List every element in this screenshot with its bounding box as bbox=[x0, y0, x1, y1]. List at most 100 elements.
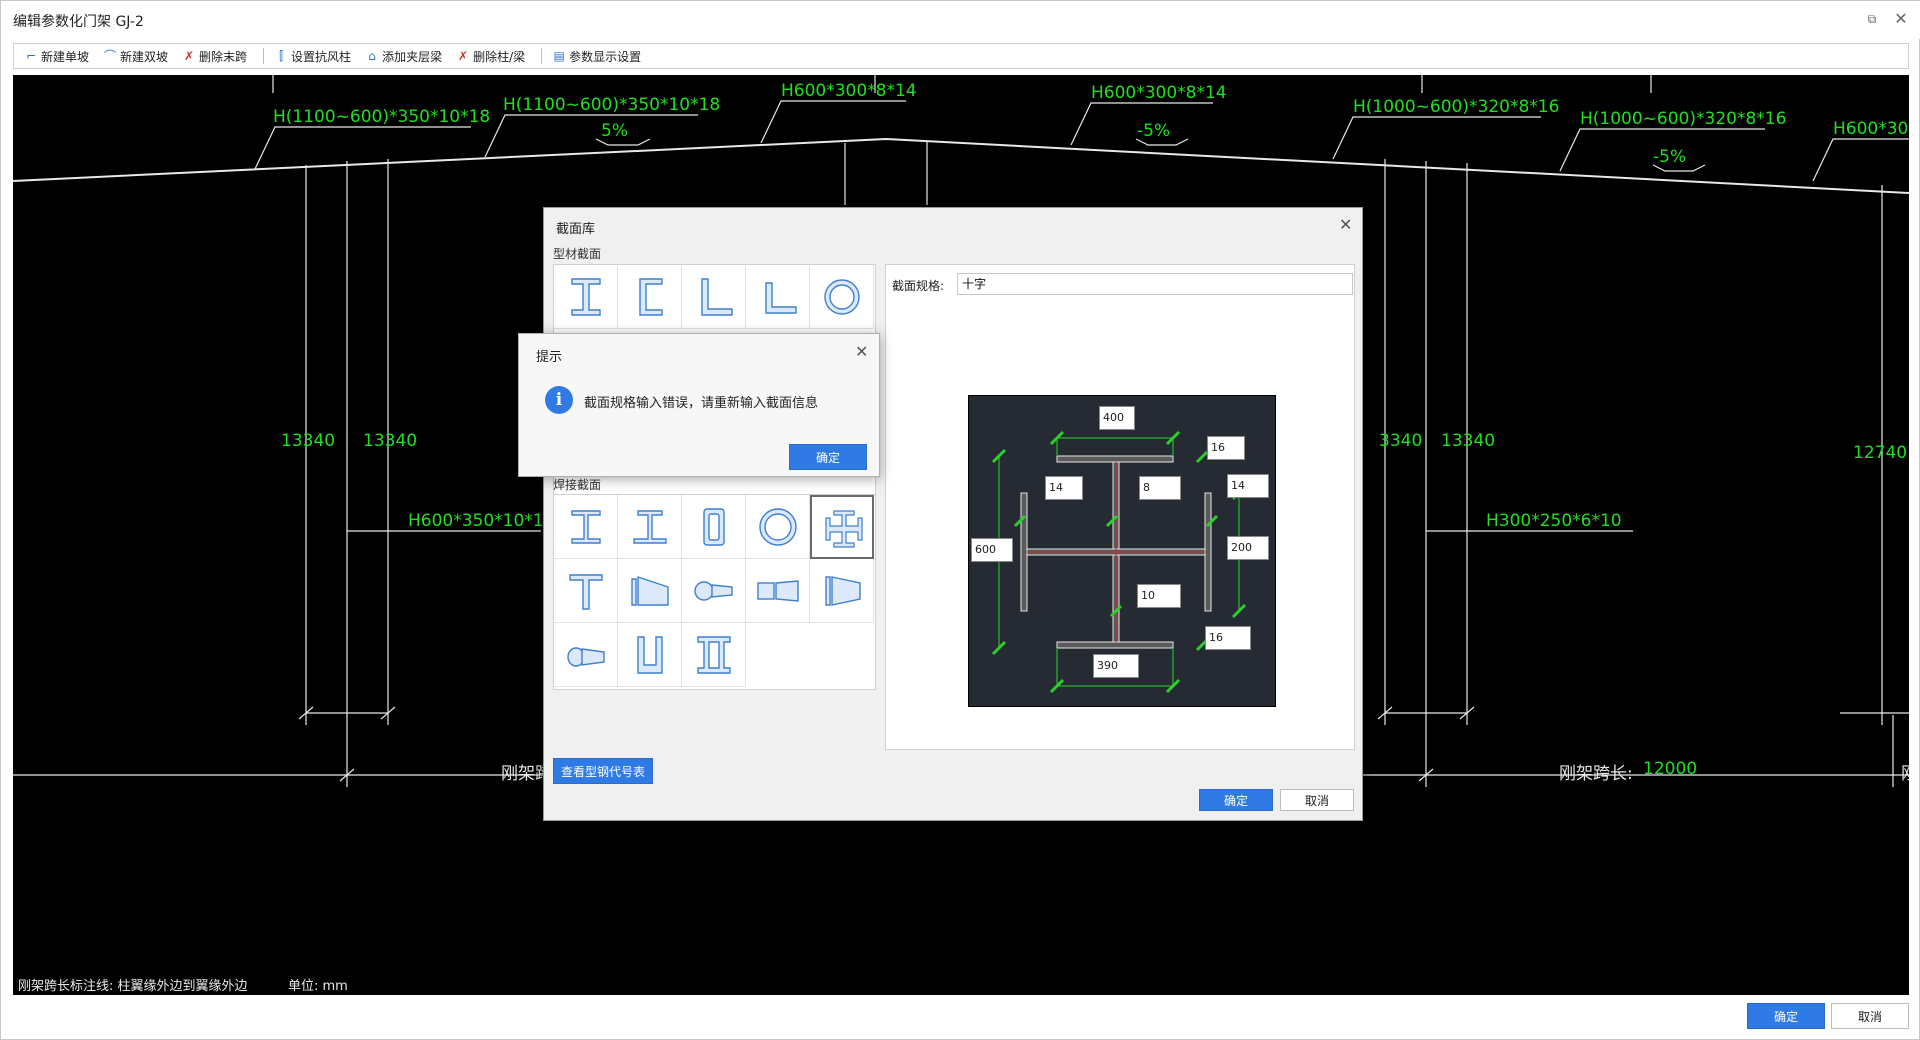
unequal-angle-icon bbox=[765, 282, 797, 314]
spec-input[interactable]: 十字 bbox=[957, 273, 1353, 295]
welded-section-label: 焊接截面 bbox=[553, 478, 602, 492]
welded-tapered-pipe[interactable] bbox=[682, 559, 746, 623]
delete-span-icon: ✗ bbox=[184, 49, 195, 63]
u-section-icon bbox=[637, 636, 663, 674]
welded-tapered-box[interactable] bbox=[746, 559, 810, 623]
dim-top-flange[interactable]: 16 bbox=[1207, 436, 1245, 460]
beam-label: H600*300*8*14 bbox=[781, 81, 917, 101]
height-label: 13340 bbox=[1441, 431, 1496, 451]
welded-u-section[interactable] bbox=[618, 623, 682, 687]
dim-web[interactable]: 8 bbox=[1139, 476, 1181, 500]
channel-icon bbox=[639, 278, 663, 316]
welded-section-grid bbox=[553, 494, 876, 690]
tee-icon bbox=[569, 574, 603, 610]
welded-i-beam[interactable] bbox=[554, 495, 618, 559]
height-label: 13340 bbox=[363, 431, 418, 451]
welded-tee[interactable] bbox=[554, 559, 618, 623]
double-slope-icon: ⌒ bbox=[104, 49, 117, 63]
slope-label: -5% bbox=[1653, 147, 1687, 167]
wind-column-button[interactable]: ⫿ 设置抗风柱 bbox=[270, 45, 355, 67]
delete-last-span-button[interactable]: ✗ 删除末跨 bbox=[178, 45, 251, 67]
dim-height[interactable]: 600 bbox=[971, 538, 1013, 562]
dim-side-height[interactable]: 200 bbox=[1227, 536, 1269, 560]
restore-icon[interactable]: ⧉ bbox=[1863, 10, 1881, 28]
cancel-button[interactable]: 取消 bbox=[1831, 1003, 1909, 1029]
dialog-title: 截面库 bbox=[556, 222, 596, 237]
toolbar-label: 新建单坡 bbox=[41, 49, 90, 64]
dim-left-flange[interactable]: 14 bbox=[1045, 476, 1083, 500]
new-single-slope-button[interactable]: ⌐ 新建单坡 bbox=[20, 45, 93, 67]
spec-label: 截面规格: bbox=[892, 279, 945, 293]
welded-i-icon bbox=[571, 510, 601, 544]
welded-tapered-channel[interactable] bbox=[810, 559, 874, 623]
param-display-icon: ▤ bbox=[553, 49, 565, 63]
pipe-icon bbox=[824, 279, 860, 315]
tip-message: 截面规格输入错误，请重新输入截面信息 bbox=[584, 396, 819, 411]
toolbar-label: 设置抗风柱 bbox=[291, 49, 352, 64]
double-i-icon bbox=[697, 636, 731, 674]
param-display-settings-button[interactable]: ▤ 参数显示设置 bbox=[548, 45, 645, 67]
section-unequal-angle[interactable] bbox=[746, 265, 810, 329]
dialog-cancel-button[interactable]: 取消 bbox=[1280, 789, 1354, 811]
toolbar-label: 添加夹层梁 bbox=[382, 49, 443, 64]
span-value: 12000 bbox=[1643, 759, 1698, 779]
section-preview-image: 400 16 14 8 14 600 200 10 16 390 bbox=[968, 395, 1276, 707]
window-title: 编辑参数化门架 GJ-2 bbox=[13, 14, 144, 30]
delete-column-beam-button[interactable]: ✗ 删除柱/梁 bbox=[452, 45, 529, 67]
tapered-i-icon bbox=[631, 576, 669, 606]
dim-right-flange[interactable]: 14 bbox=[1227, 474, 1269, 498]
dim-bottom-flange[interactable]: 16 bbox=[1205, 626, 1251, 650]
ok-button[interactable]: 确定 bbox=[1747, 1003, 1825, 1029]
welded-circle[interactable] bbox=[746, 495, 810, 559]
delete-column-beam-icon: ✗ bbox=[458, 49, 469, 63]
column-label: H600*350*10*16 bbox=[408, 511, 555, 531]
section-angle[interactable] bbox=[682, 265, 746, 329]
close-icon[interactable]: ✕ bbox=[1339, 215, 1352, 234]
section-channel[interactable] bbox=[618, 265, 682, 329]
close-icon[interactable]: ✕ bbox=[855, 342, 868, 361]
welded-unequal-i-icon bbox=[633, 510, 667, 544]
error-tip-dialog: 提示 ✕ i 截面规格输入错误，请重新输入截面信息 确定 bbox=[518, 333, 880, 477]
welded-cross[interactable] bbox=[810, 495, 874, 559]
welded-tapered-round[interactable] bbox=[554, 623, 618, 687]
toolbar-label: 参数显示设置 bbox=[569, 49, 642, 64]
tapered-round-icon bbox=[567, 647, 605, 667]
tapered-channel-icon bbox=[825, 576, 861, 606]
i-beam-icon bbox=[571, 278, 601, 316]
angle-icon bbox=[701, 278, 733, 316]
beam-label: H600*300 bbox=[1833, 119, 1909, 139]
dialog-ok-button[interactable]: 确定 bbox=[1199, 789, 1273, 811]
profile-section-label: 型材截面 bbox=[553, 247, 602, 261]
slope-label: 5% bbox=[601, 121, 628, 141]
tapered-pipe-icon bbox=[694, 581, 733, 601]
welded-unequal-i[interactable] bbox=[618, 495, 682, 559]
info-icon: i bbox=[545, 386, 573, 414]
beam-label: H(1100~600)*350*10*18 bbox=[503, 95, 721, 115]
toolbar-label: 删除末跨 bbox=[199, 49, 248, 64]
column-label: H300*250*6*10 bbox=[1486, 511, 1622, 531]
section-pipe[interactable] bbox=[810, 265, 874, 329]
slope-label: -5% bbox=[1137, 121, 1171, 141]
welded-box[interactable] bbox=[682, 495, 746, 559]
section-i-beam[interactable] bbox=[554, 265, 618, 329]
toolbar-label: 删除柱/梁 bbox=[473, 49, 526, 64]
close-icon[interactable]: ✕ bbox=[1891, 9, 1911, 29]
beam-label: H(1000~600)*320*8*16 bbox=[1580, 109, 1787, 129]
add-mezzanine-beam-button[interactable]: ⌂ 添加夹层梁 bbox=[361, 45, 446, 67]
unit-label: 单位: mm bbox=[288, 979, 348, 994]
title-bar: 编辑参数化门架 GJ-2 ⧉ ✕ bbox=[1, 1, 1920, 39]
beam-label: H(1100~600)*350*10*18 bbox=[273, 107, 491, 127]
view-steel-code-table-button[interactable]: 查看型钢代号表 bbox=[553, 758, 653, 784]
dim-top-width[interactable]: 400 bbox=[1099, 406, 1135, 430]
welded-tapered-i[interactable] bbox=[618, 559, 682, 623]
span-label: 刚 bbox=[1901, 759, 1909, 784]
welded-double-i[interactable] bbox=[682, 623, 746, 687]
wind-column-icon: ⫿ bbox=[279, 49, 283, 63]
dim-bottom-width[interactable]: 390 bbox=[1093, 654, 1139, 678]
beam-label: H(1000~600)*320*8*16 bbox=[1353, 97, 1560, 117]
new-double-slope-button[interactable]: ⌒ 新建双坡 bbox=[99, 45, 172, 67]
tip-ok-button[interactable]: 确定 bbox=[789, 444, 867, 470]
section-preview-panel: 截面规格: 十字 400 16 14 8 14 600 200 10 16 39… bbox=[885, 264, 1355, 750]
dim-bottom-web[interactable]: 10 bbox=[1137, 584, 1181, 608]
mezzanine-beam-icon: ⌂ bbox=[368, 49, 376, 63]
